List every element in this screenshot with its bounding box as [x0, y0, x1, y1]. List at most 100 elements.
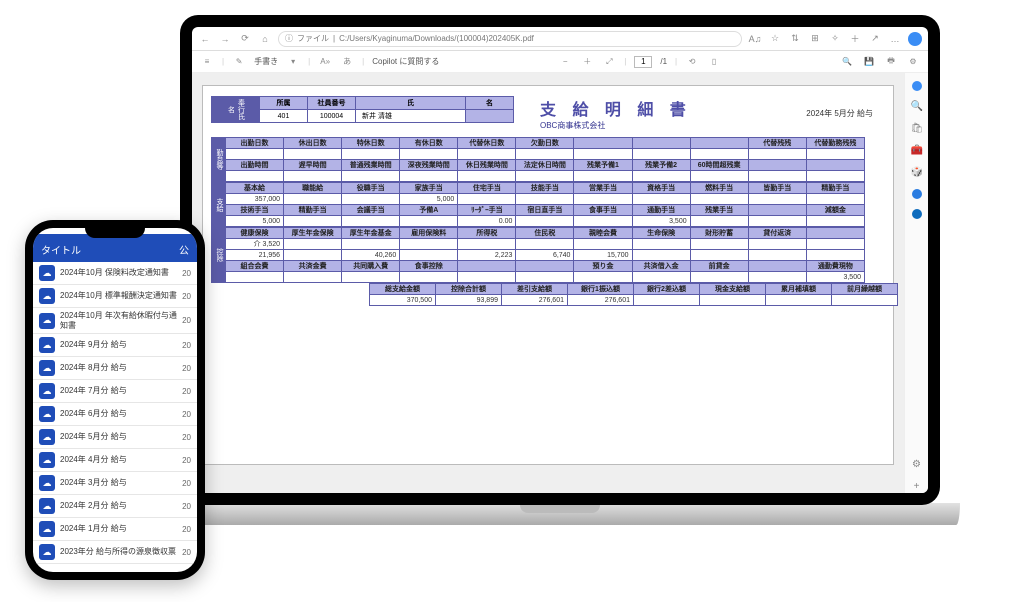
- list-item[interactable]: ☁2023年分 給与所得の源泉徴収票20: [33, 541, 197, 564]
- table-header-cell: 皆勤手当: [748, 183, 806, 194]
- save-icon[interactable]: 💾: [862, 55, 876, 69]
- table-header-cell: 特休日数: [342, 138, 400, 149]
- sidebar-toggle-icon[interactable]: ≡: [200, 55, 214, 69]
- chevron-down-icon[interactable]: ▾: [286, 55, 300, 69]
- file-badge: ⓘ: [285, 33, 293, 44]
- table-data-cell: [516, 272, 574, 283]
- rail-office-icon[interactable]: [912, 209, 922, 219]
- table-data-cell: 2,223: [458, 250, 516, 261]
- translate-icon[interactable]: あ: [340, 55, 354, 69]
- list-item[interactable]: ☁2024年 4月分 給与20: [33, 449, 197, 472]
- rail-cart-icon[interactable]: 🛍: [911, 123, 923, 135]
- table-header-cell: [748, 160, 806, 171]
- read-aloud-icon[interactable]: A♫: [748, 32, 762, 46]
- rail-tools-icon[interactable]: 🧰: [911, 145, 923, 157]
- settings-icon[interactable]: ⚙: [906, 55, 920, 69]
- page-view-icon[interactable]: ▯: [707, 55, 721, 69]
- table-data-cell: [700, 295, 766, 306]
- rail-settings-icon[interactable]: ⚙: [911, 459, 923, 471]
- table-data-cell: [284, 272, 342, 283]
- rotate-icon[interactable]: ⟲: [685, 55, 699, 69]
- print-icon[interactable]: 🖶: [884, 55, 898, 69]
- table-header-cell: 家族手当: [400, 183, 458, 194]
- table-header-cell: 控除合計額: [436, 284, 502, 295]
- home-icon[interactable]: ⌂: [258, 32, 272, 46]
- reload-icon[interactable]: ⟳: [238, 32, 252, 46]
- zoom-out-icon[interactable]: −: [558, 55, 572, 69]
- rail-game-icon[interactable]: 🎲: [911, 167, 923, 179]
- table-data-cell: 40,260: [342, 250, 400, 261]
- table-header-cell: 技術手当: [226, 205, 284, 216]
- rail-copilot-icon[interactable]: [912, 81, 922, 91]
- forward-icon[interactable]: →: [218, 32, 232, 46]
- table-data-cell: [748, 239, 806, 250]
- table-header-cell: 会議手当: [342, 205, 400, 216]
- pay-slip-sheet: 奉行氏名 所属 社員番号 氏 名 401 100004 新井 清雄: [202, 85, 894, 465]
- table-header-cell: 銀行2差込額: [634, 284, 700, 295]
- list-item[interactable]: ☁2024年 9月分 給与20: [33, 334, 197, 357]
- browser-address-bar: ← → ⟳ ⌂ ⓘ ファイル | C:/Users/Kyaginuma/Down…: [192, 27, 928, 51]
- hand-tool-label[interactable]: 手書き: [254, 56, 278, 67]
- list-item-label: 2024年 1月分 給与: [60, 524, 177, 534]
- table-data-cell: [632, 239, 690, 250]
- list-item[interactable]: ☁2024年10月 年次有給休暇付与通知書20: [33, 308, 197, 334]
- table-data-cell: [284, 239, 342, 250]
- list-item[interactable]: ☁2024年 1月分 給与20: [33, 518, 197, 541]
- table-header-cell: 差引支給額: [502, 284, 568, 295]
- zoom-in-icon[interactable]: ＋: [580, 55, 594, 69]
- phone-document-list[interactable]: ☁2024年10月 保険料改定通知書20☁2024年10月 標準報酬決定通知書2…: [33, 262, 197, 572]
- list-item-label: 2024年 2月分 給与: [60, 501, 177, 511]
- table-data-cell: [690, 216, 748, 227]
- document-icon: ☁: [39, 406, 55, 422]
- table-header-cell: 財形貯蓄: [690, 228, 748, 239]
- table-header-cell: 生命保険: [632, 228, 690, 239]
- page-current-input[interactable]: [634, 56, 652, 68]
- list-item[interactable]: ☁2024年 2月分 給与20: [33, 495, 197, 518]
- list-item[interactable]: ☁2024年 5月分 給与20: [33, 426, 197, 449]
- rail-drive-icon[interactable]: [912, 189, 922, 199]
- table-data-cell: 357,000: [226, 194, 284, 205]
- read-aloud-icon[interactable]: A»: [318, 55, 332, 69]
- list-item-year: 20: [182, 387, 191, 396]
- draw-icon[interactable]: ✎: [232, 55, 246, 69]
- table-data-cell: [400, 272, 458, 283]
- list-item-year: 20: [182, 292, 191, 301]
- table-header-cell: 代替残残: [748, 138, 806, 149]
- pdf-canvas[interactable]: 奉行氏名 所属 社員番号 氏 名 401 100004 新井 清雄: [192, 73, 904, 493]
- more-icon[interactable]: …: [888, 32, 902, 46]
- slip-period: 2024年 5月分 給与: [806, 108, 873, 119]
- search-icon[interactable]: 🔍: [840, 55, 854, 69]
- list-item-label: 2024年 7月分 給与: [60, 386, 177, 396]
- sync-icon[interactable]: ⇅: [788, 32, 802, 46]
- fit-icon[interactable]: ⤢: [602, 55, 616, 69]
- share-icon[interactable]: ↗: [868, 32, 882, 46]
- list-item[interactable]: ☁2024年 7月分 給与20: [33, 380, 197, 403]
- list-item[interactable]: ☁2024年10月 標準報酬決定通知書20: [33, 285, 197, 308]
- rail-search-icon[interactable]: 🔍: [911, 101, 923, 113]
- attendance-tag: 勤怠等: [211, 137, 225, 182]
- table-header-cell: 60時間超残業: [690, 160, 748, 171]
- emp-value: 100004: [308, 110, 356, 123]
- list-item[interactable]: ☁2024年 6月分 給与20: [33, 403, 197, 426]
- table-header-cell: 前貸金: [690, 261, 748, 272]
- document-icon: ☁: [39, 360, 55, 376]
- url-box[interactable]: ⓘ ファイル | C:/Users/Kyaginuma/Downloads/(1…: [278, 31, 742, 47]
- list-item[interactable]: ☁2024年 8月分 給与20: [33, 357, 197, 380]
- avatar[interactable]: [908, 32, 922, 46]
- table-header-cell: 資格手当: [632, 183, 690, 194]
- document-icon: ☁: [39, 452, 55, 468]
- list-item[interactable]: ☁2024年 3月分 給与20: [33, 472, 197, 495]
- extensions-icon[interactable]: ✧: [828, 32, 842, 46]
- table-data-cell: [574, 149, 632, 160]
- add-icon[interactable]: ＋: [848, 32, 862, 46]
- favorite-icon[interactable]: ☆: [768, 32, 782, 46]
- list-item-year: 20: [182, 456, 191, 465]
- rail-plus-icon[interactable]: +: [911, 481, 923, 493]
- list-item[interactable]: ☁2024年10月 保険料改定通知書20: [33, 262, 197, 285]
- table-data-cell: [806, 239, 864, 250]
- collections-icon[interactable]: ⊞: [808, 32, 822, 46]
- back-icon[interactable]: ←: [198, 32, 212, 46]
- table-data-cell: [634, 295, 700, 306]
- table-data-cell: [806, 216, 864, 227]
- copilot-button[interactable]: Copilot に質問する: [372, 56, 439, 67]
